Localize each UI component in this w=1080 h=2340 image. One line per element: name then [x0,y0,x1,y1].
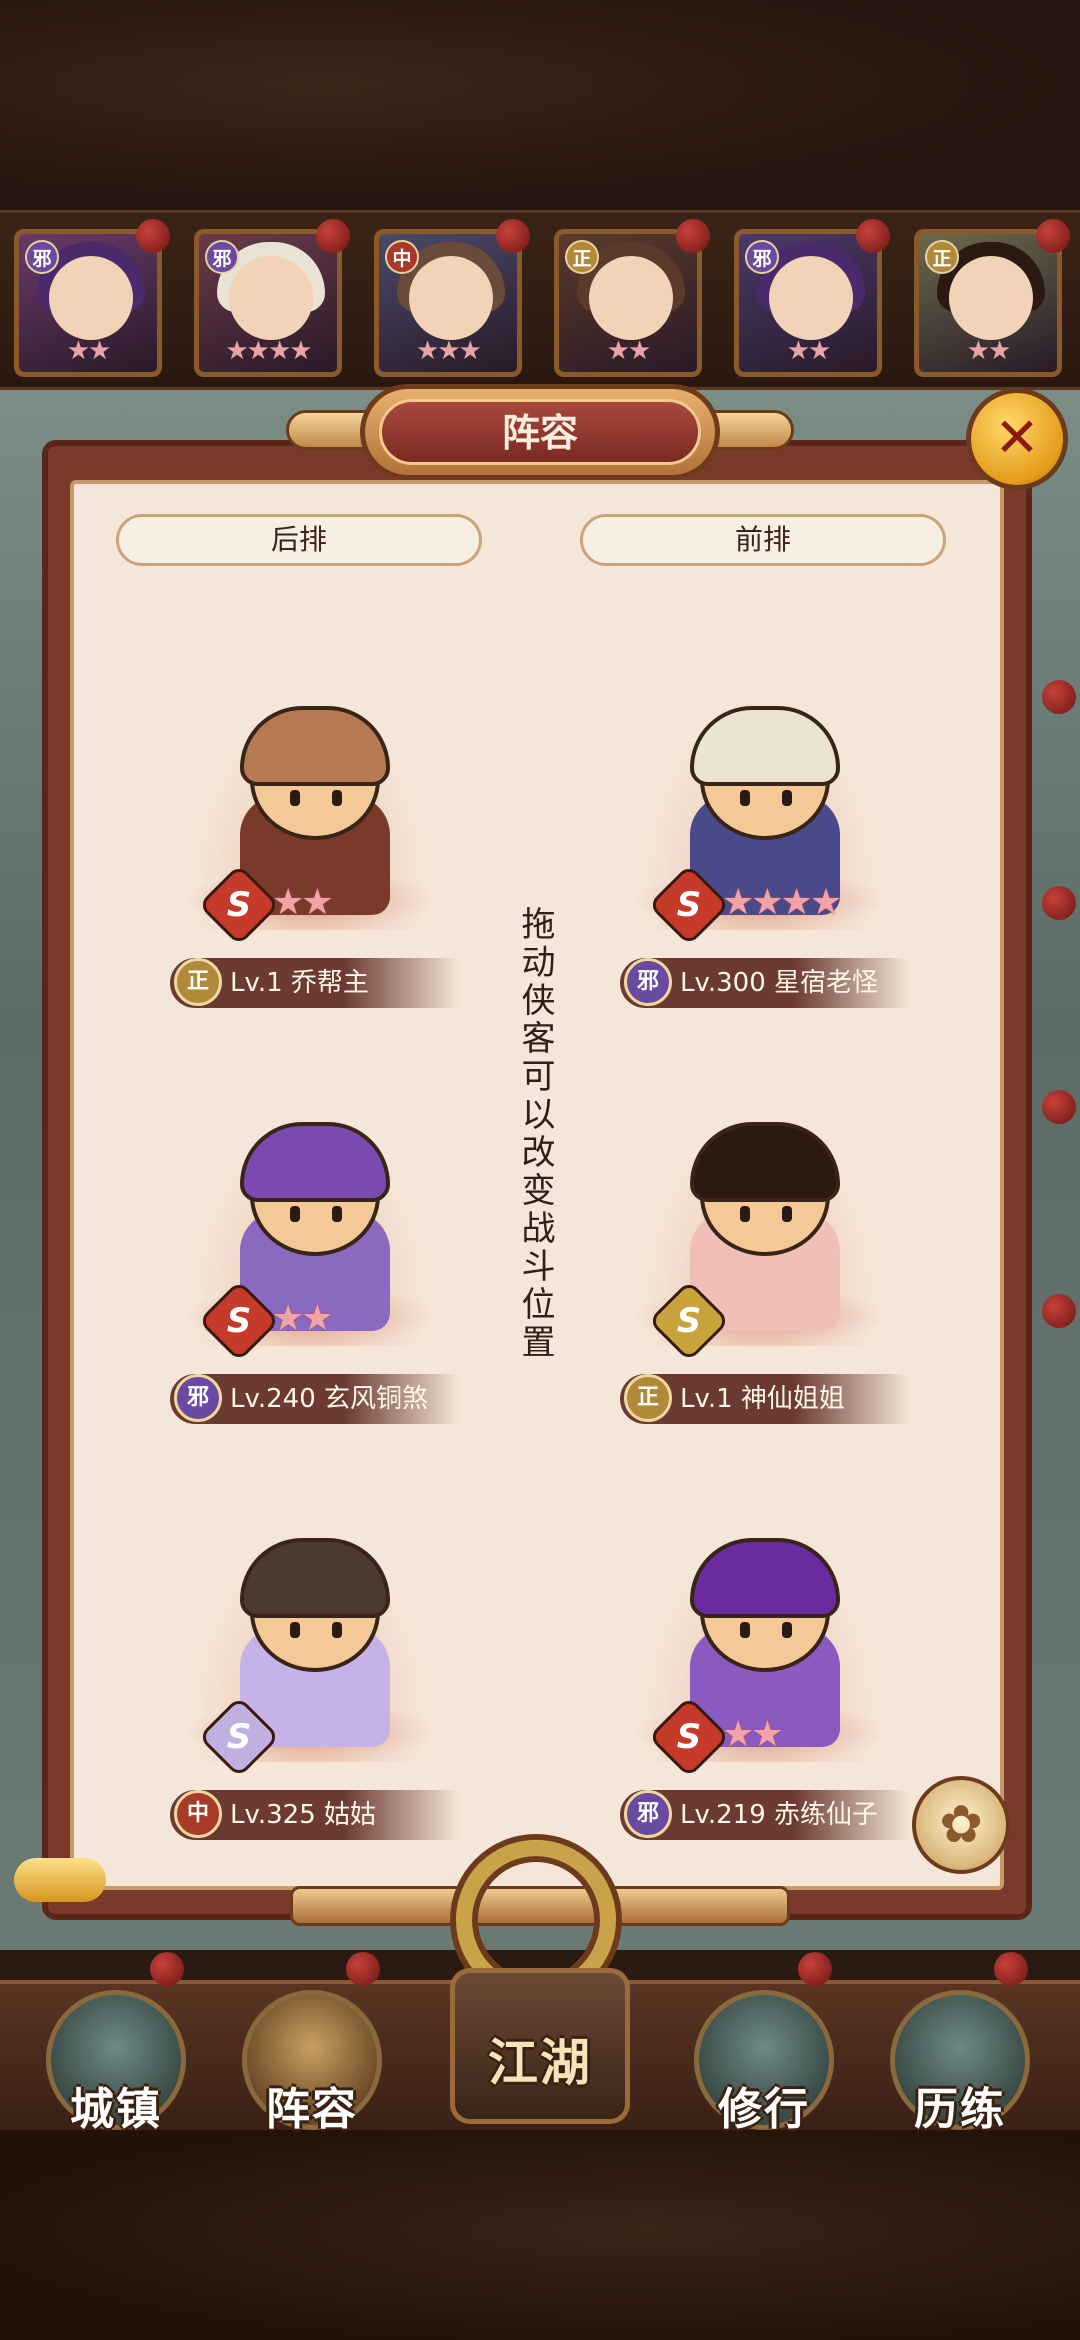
star-rating: ★★ [722,1714,784,1755]
faction-badge: 正 [925,240,959,274]
settings-icon: ✿ [939,1795,983,1855]
nav-label: 城镇 [70,2084,162,2135]
hero-name-bar: 邪 Lv.240 玄风铜煞 [170,1374,460,1424]
close-icon: ✕ [994,406,1040,469]
star-rating: ★★ [66,336,112,366]
faction-badge: 中 [385,240,419,274]
notification-dot [856,219,890,253]
nav-label: 江湖 [488,2034,592,2092]
star-rating: ★★ [272,1298,334,1339]
hero-name: Lv.240 玄风铜煞 [230,1384,429,1414]
nav-town[interactable]: 城镇 [46,1990,186,2135]
notification-dot [496,219,530,253]
side-notification-dot [1042,680,1076,714]
back-row-label: 后排 [116,514,482,566]
hero-name-bar: 邪 Lv.300 星宿老怪 [620,958,910,1008]
title-plate: 阵容 [360,384,720,480]
hero-name: Lv.219 赤练仙子 [680,1800,879,1830]
front-row-label: 前排 [580,514,946,566]
nav-label: 修行 [718,2084,810,2135]
roster-card[interactable]: 邪 ★★ [14,229,162,377]
hero-face [229,256,313,340]
hero-name: Lv.1 神仙姐姐 [680,1384,845,1414]
side-notification-dot [1042,886,1076,920]
side-notification-dot [1042,1090,1076,1124]
cloud-ornament [14,1858,106,1902]
roster-card[interactable]: 中 ★★★ [374,229,522,377]
nav-training[interactable]: 修行 [694,1990,834,2135]
nav-notification-dot [798,1952,832,1986]
faction-badge: 邪 [624,958,672,1006]
top-background [0,0,1080,210]
faction-badge: 正 [174,958,222,1006]
nav-notification-dot [150,1952,184,1986]
star-rating: ★★ [606,336,652,366]
side-notification-dot [1042,1294,1076,1328]
hero-face [769,256,853,340]
hero-name-bar: 中 Lv.325 姑姑 [170,1790,460,1840]
notification-dot [1036,219,1070,253]
hero-slot-front-1[interactable]: S ★★★★ 邪 Lv.300 星宿老怪 [610,700,910,1030]
nav-label: 阵容 [266,2084,358,2135]
hero-name: Lv.300 星宿老怪 [680,968,879,998]
star-rating: ★★ [966,336,1012,366]
roster-card[interactable]: 正 ★★ [914,229,1062,377]
star-rating: ★★★ [416,336,482,366]
faction-badge: 正 [624,1374,672,1422]
faction-badge: 邪 [174,1374,222,1422]
hero-roster-strip: 邪 ★★ 邪 ★★★★ 中 ★★★ 正 ★★ 邪 ★★ 正 ★★ [0,210,1080,390]
hero-name-bar: 邪 Lv.219 赤练仙子 [620,1790,910,1840]
faction-badge: 正 [565,240,599,274]
roster-card[interactable]: 正 ★★ [554,229,702,377]
hero-name-bar: 正 Lv.1 乔帮主 [170,958,460,1008]
faction-badge: 中 [174,1790,222,1838]
star-rating: ★★★★ [722,882,842,923]
hero-slot-back-2[interactable]: S ★★ 邪 Lv.240 玄风铜煞 [160,1116,460,1446]
bottom-background [0,2120,1080,2340]
nav-notification-dot [346,1952,380,1986]
hero-slot-back-3[interactable]: S 中 Lv.325 姑姑 [160,1532,460,1862]
nav-formation[interactable]: 阵容 [242,1990,382,2135]
notification-dot [676,219,710,253]
panel-title: 阵容 [501,411,578,455]
hero-name: Lv.325 姑姑 [230,1800,377,1830]
nav-label: 历练 [914,2084,1006,2135]
settings-button[interactable]: ✿ [912,1776,1010,1874]
hero-face [949,256,1033,340]
hero-name: Lv.1 乔帮主 [230,968,369,998]
hero-face [49,256,133,340]
roster-card[interactable]: 邪 ★★★★ [194,229,342,377]
notification-dot [316,219,350,253]
hero-name-bar: 正 Lv.1 神仙姐姐 [620,1374,910,1424]
roster-card[interactable]: 邪 ★★ [734,229,882,377]
nav-jianghu[interactable]: 江湖 [450,1968,630,2124]
star-rating: ★★ [786,336,832,366]
notification-dot [136,219,170,253]
faction-badge: 邪 [25,240,59,274]
faction-badge: 邪 [624,1790,672,1838]
faction-badge: 邪 [745,240,779,274]
hero-slot-front-2[interactable]: S 正 Lv.1 神仙姐姐 [610,1116,910,1446]
star-rating: ★★ [272,882,334,923]
hero-face [589,256,673,340]
faction-badge: 邪 [205,240,239,274]
nav-trials[interactable]: 历练 [890,1990,1030,2135]
nav-notification-dot [994,1952,1028,1986]
hero-slot-back-1[interactable]: S ★★ 正 Lv.1 乔帮主 [160,700,460,1030]
star-rating: ★★★★ [225,336,312,366]
hero-slot-front-3[interactable]: S ★★ 邪 Lv.219 赤练仙子 [610,1532,910,1862]
hero-face [409,256,493,340]
drag-hint-text: 拖动侠客可以改变战斗位置 [515,906,555,1362]
close-button[interactable]: ✕ [966,388,1068,490]
